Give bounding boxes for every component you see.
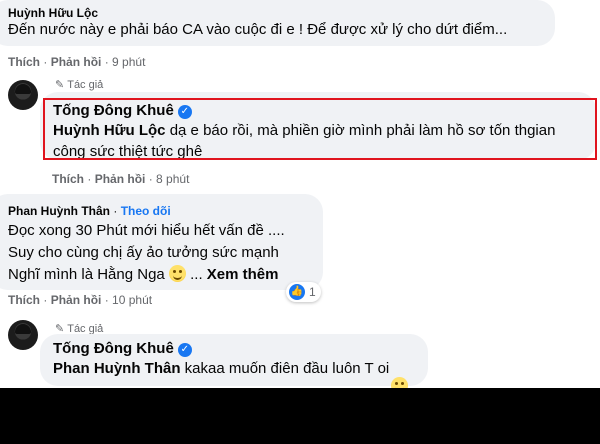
comment-author-name[interactable]: Tống Đông Khuê ✓ [53, 340, 192, 357]
reaction-summary[interactable]: 👍 1 [286, 282, 321, 302]
comment-time[interactable]: 9 phút [112, 55, 145, 69]
follow-link[interactable]: Theo dõi [121, 204, 171, 218]
comment-actions: Thích · Phản hồi · 9 phút [8, 55, 146, 69]
like-link[interactable]: Thích [8, 55, 40, 69]
comment-author-name[interactable]: Phan Huỳnh Thân [8, 204, 110, 218]
grin-emoji-icon [168, 265, 186, 282]
see-more-link[interactable]: Xem thêm [207, 266, 279, 283]
avatar[interactable] [8, 80, 38, 110]
verified-badge-icon: ✓ [177, 343, 192, 357]
like-reaction-icon: 👍 [289, 284, 305, 300]
comment-actions: Thích · Phản hồi · 8 phút [52, 172, 190, 186]
avatar[interactable] [8, 320, 38, 350]
comment-author-name[interactable]: Huỳnh Hữu Lộc [8, 6, 98, 20]
comment-time[interactable]: 10 phút [112, 293, 152, 307]
comment-actions: Thích · Phản hồi · 10 phút [8, 293, 153, 307]
comment-text: Phan Huỳnh Thân kakaa muốn điên đầu luôn… [53, 360, 390, 377]
comment-bubble-c3: Phan Huỳnh Thân · Theo dõi Đọc xong 30 P… [0, 194, 323, 290]
comment-text: Đến nước này e phải báo CA vào cuộc đi e… [8, 21, 508, 38]
reply-link[interactable]: Phản hồi [51, 293, 102, 307]
highlight-box [43, 98, 597, 160]
comment-header: Phan Huỳnh Thân · Theo dõi [8, 204, 171, 218]
reply-link[interactable]: Phản hồi [51, 55, 102, 69]
like-link[interactable]: Thích [52, 172, 84, 186]
bottom-black-bar [0, 388, 600, 444]
comment-text: Đọc xong 30 Phút mới hiểu hết vấn đề ...… [8, 222, 285, 283]
mention-link[interactable]: Phan Huỳnh Thân [53, 360, 181, 377]
comment-bubble-c4: Tống Đông Khuê ✓ Phan Huỳnh Thân kakaa mu… [40, 334, 428, 386]
author-tag: ✎ Tác giả [55, 79, 104, 91]
like-link[interactable]: Thích [8, 293, 40, 307]
pencil-icon: ✎ [55, 79, 65, 91]
comment-bubble-c1: Huỳnh Hữu Lộc Đến nước này e phải báo CA… [0, 0, 555, 46]
comment-time[interactable]: 8 phút [156, 172, 189, 186]
reply-link[interactable]: Phản hồi [95, 172, 146, 186]
reaction-count: 1 [309, 285, 316, 299]
